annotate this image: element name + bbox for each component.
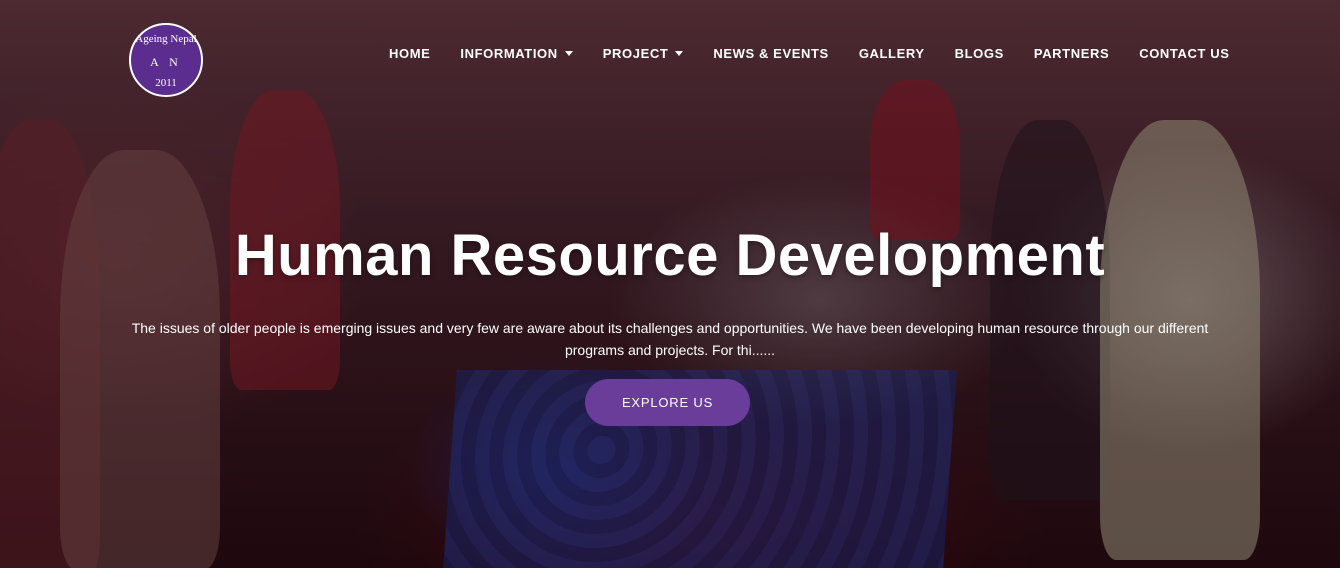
nav-item-label: BLOGS [954,46,1004,61]
nav-item-blogs[interactable]: BLOGS [955,46,1004,61]
nav-item-label: INFORMATION [460,46,558,61]
nav-item-label: GALLERY [858,46,925,61]
logo-text-mid: A N [150,55,182,69]
nav-item-home[interactable]: HOME [389,46,430,61]
nav-item-news-events[interactable]: NEWS & EVENTS [713,46,828,61]
nav-item-label: HOME [389,46,431,61]
nav-item-contact-us[interactable]: CONTACT US [1139,46,1229,61]
site-logo[interactable]: Ageing Nepal A N 2011 [129,23,203,97]
caret-down-icon [564,51,573,56]
nav-item-label: PARTNERS [1033,46,1110,61]
nav-item-label: CONTACT US [1139,46,1230,61]
nav-item-project[interactable]: PROJECT [603,46,684,61]
caret-down-icon [675,51,684,56]
logo-text-year: 2011 [155,77,177,89]
hero-description: The issues of older people is emerging i… [131,320,1209,358]
hero-title: Human Resource Development [234,223,1106,288]
hero-section: Ageing Nepal A N 2011 HOME INFORMATION P… [0,0,1340,568]
nav-item-partners[interactable]: PARTNERS [1034,46,1109,61]
logo-text-top: Ageing Nepal [135,33,197,45]
explore-us-button[interactable]: EXPLORE US [585,379,750,426]
nav-item-gallery[interactable]: GALLERY [859,46,925,61]
nav-item-label: NEWS & EVENTS [713,46,829,61]
nav-item-information[interactable]: INFORMATION [460,46,573,61]
main-nav: HOME INFORMATION PROJECT NEWS & EVENTS G… [389,46,1260,61]
nav-item-label: PROJECT [602,46,669,61]
